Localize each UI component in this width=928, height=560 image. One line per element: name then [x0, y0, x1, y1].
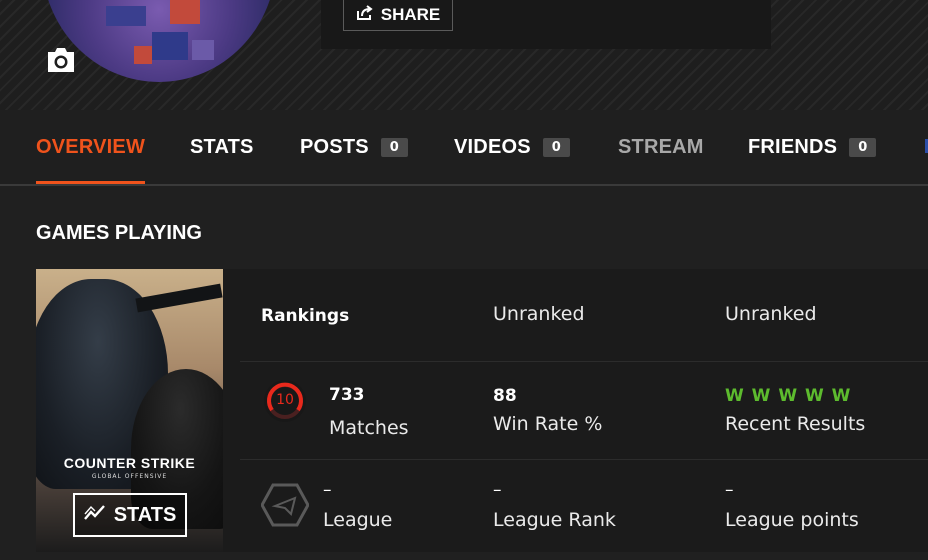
league-rank-label: League Rank: [493, 509, 616, 531]
share-button[interactable]: SHARE: [343, 0, 453, 31]
tab-videos-label: VIDEOS: [454, 135, 531, 158]
league-value: –: [323, 480, 332, 500]
matches-label: Matches: [329, 417, 409, 439]
league-points-value: –: [725, 480, 734, 500]
winrate-value: 88: [493, 386, 517, 406]
tab-friends[interactable]: FRIENDS 0: [748, 110, 877, 184]
skill-level-value: 10: [276, 392, 294, 408]
row-divider: [240, 459, 928, 460]
league-label: League: [323, 509, 393, 531]
videos-count-badge: 0: [542, 137, 571, 157]
tab-overview[interactable]: OVERVIEW: [36, 110, 146, 184]
share-icon: [356, 4, 374, 26]
matches-value: 733: [329, 385, 365, 405]
recent-results-label: Recent Results: [725, 413, 866, 435]
profile-tabs: OVERVIEW STATS POSTS 0 VIDEOS 0 STREAM F…: [0, 110, 928, 186]
posts-count-badge: 0: [380, 137, 409, 157]
row-divider: [240, 361, 928, 362]
trend-icon: [83, 503, 106, 527]
winrate-label: Win Rate %: [493, 413, 603, 435]
tab-overview-label: OVERVIEW: [36, 135, 146, 158]
tab-friends-label: FRIENDS: [748, 135, 838, 158]
tab-stats[interactable]: STATS: [190, 110, 254, 184]
rankings-label: Rankings: [261, 306, 350, 326]
game-stats-button[interactable]: STATS: [73, 493, 187, 537]
tab-posts-label: POSTS: [300, 135, 369, 158]
game-logo-text: COUNTER STRIKE: [63, 455, 196, 471]
league-icon: [260, 483, 310, 527]
tab-stream[interactable]: STREAM: [618, 110, 704, 184]
league-rank-value: –: [493, 480, 502, 500]
rank-value-1: Unranked: [493, 303, 585, 325]
tab-videos[interactable]: VIDEOS 0: [454, 110, 571, 184]
rank-value-2: Unranked: [725, 303, 817, 325]
tab-stats-label: STATS: [190, 135, 254, 158]
tab-stream-label: STREAM: [618, 135, 704, 158]
tab-posts[interactable]: POSTS 0: [300, 110, 409, 184]
skill-level-icon: 10: [261, 377, 309, 425]
league-points-label: League points: [725, 509, 859, 531]
stats-button-label: STATS: [113, 503, 177, 526]
section-title: GAMES PLAYING: [36, 222, 202, 244]
recent-results-value: W W W W W: [725, 386, 852, 406]
camera-icon[interactable]: [45, 46, 77, 74]
friends-count-badge: 0: [849, 137, 877, 157]
game-logo-subtitle: GLOBAL OFFENSIVE: [91, 473, 168, 480]
share-label: SHARE: [380, 5, 441, 24]
